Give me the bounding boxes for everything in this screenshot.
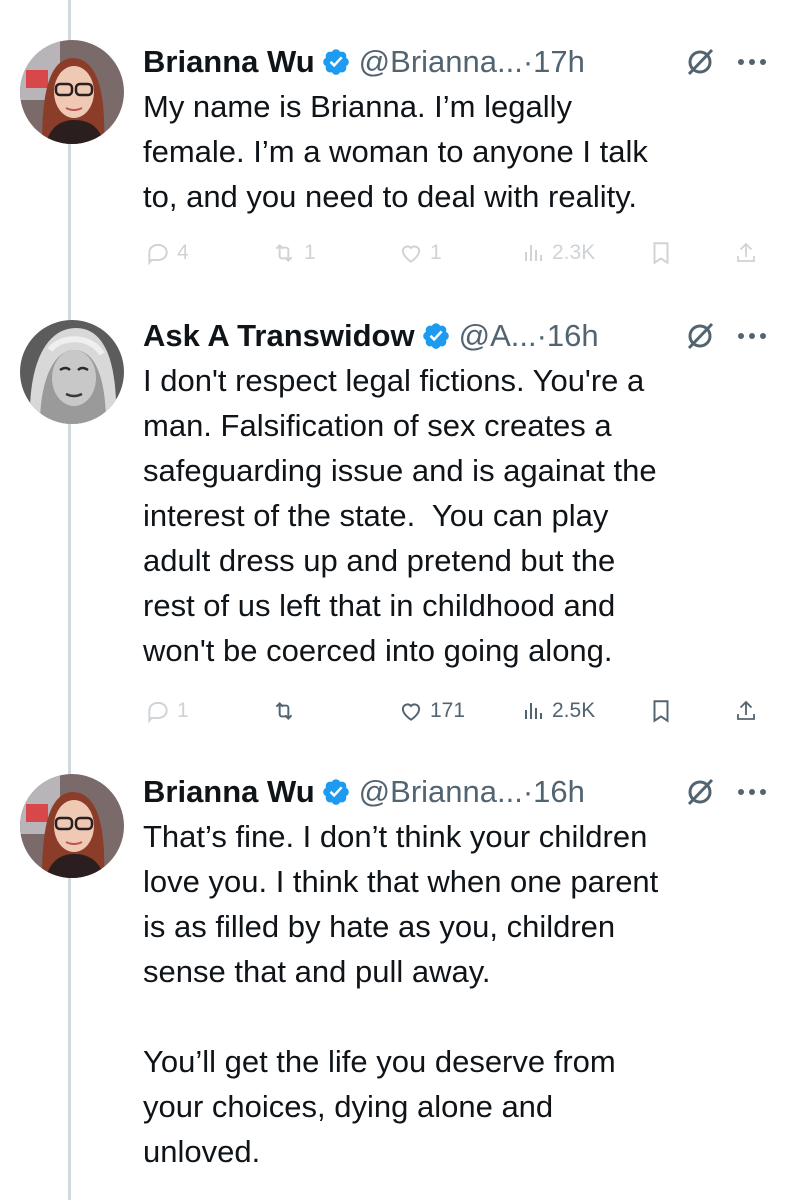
like-button[interactable]: 1: [398, 240, 442, 266]
avatar[interactable]: [20, 774, 124, 878]
bookmark-icon: [653, 700, 669, 723]
more-options-icon[interactable]: [737, 788, 767, 796]
verified-badge-icon: [322, 49, 349, 75]
views-button[interactable]: 2.5K: [522, 698, 595, 724]
tweet-text: That’s fine. I don’t think your children…: [143, 819, 659, 1169]
repost-button[interactable]: [270, 698, 304, 724]
author-handle[interactable]: @A...: [459, 318, 537, 353]
repost-icon: [275, 702, 293, 720]
repost-count: 1: [304, 241, 316, 264]
like-count: 1: [430, 241, 442, 264]
action-bar: 1 171 2.5K: [0, 698, 785, 732]
reply-icon: [148, 243, 168, 266]
more-options-icon[interactable]: [737, 332, 767, 340]
separator-dot: ·: [522, 774, 534, 809]
like-button[interactable]: 171: [398, 698, 465, 724]
share-icon: [737, 242, 755, 262]
tweet-text: My name is Brianna. I’m legally female. …: [143, 89, 648, 214]
timestamp[interactable]: 16h: [547, 318, 599, 353]
repost-button[interactable]: 1: [270, 240, 316, 266]
views-button[interactable]: 2.3K: [522, 240, 595, 266]
separator-dot: ·: [522, 44, 534, 79]
timestamp[interactable]: 16h: [533, 774, 585, 809]
reply-button[interactable]: 1: [145, 698, 189, 724]
views-icon: [525, 245, 542, 261]
grok-icon[interactable]: [685, 47, 715, 77]
tweet-text: I don't respect legal fictions. You're a…: [143, 363, 657, 668]
separator-dot: ·: [536, 318, 547, 353]
share-button[interactable]: [734, 240, 758, 266]
share-icon: [737, 700, 755, 720]
author-name[interactable]: Ask A Transwidow: [143, 318, 415, 353]
like-icon: [401, 703, 421, 721]
grok-icon[interactable]: [685, 777, 715, 807]
verified-badge-icon: [422, 323, 449, 349]
reply-count: 1: [177, 699, 189, 722]
grok-icon[interactable]: [685, 321, 715, 351]
author-name[interactable]: Brianna Wu: [143, 774, 315, 809]
share-button[interactable]: [734, 698, 758, 724]
view-count: 2.5K: [552, 699, 596, 722]
more-options-icon[interactable]: [737, 58, 767, 66]
thread-line: [68, 0, 71, 1200]
action-bar: 4 1 1 2.3K: [0, 240, 785, 274]
like-count: 171: [430, 699, 466, 722]
author-handle[interactable]: @Brianna...: [359, 774, 523, 809]
reply-count: 4: [177, 241, 189, 264]
reply-button[interactable]: 4: [145, 240, 189, 266]
verified-badge-icon: [322, 779, 349, 805]
view-count: 2.3K: [552, 241, 596, 264]
avatar[interactable]: [20, 40, 124, 144]
repost-icon: [275, 244, 293, 262]
timestamp[interactable]: 17h: [533, 44, 585, 79]
author-handle[interactable]: @Brianna...: [359, 44, 523, 79]
views-icon: [525, 703, 542, 719]
bookmark-button[interactable]: [650, 240, 672, 266]
author-name[interactable]: Brianna Wu: [143, 44, 315, 79]
bookmark-icon: [653, 242, 669, 265]
avatar[interactable]: [20, 320, 124, 424]
bookmark-button[interactable]: [650, 698, 672, 724]
reply-icon: [148, 701, 168, 724]
like-icon: [401, 245, 421, 263]
